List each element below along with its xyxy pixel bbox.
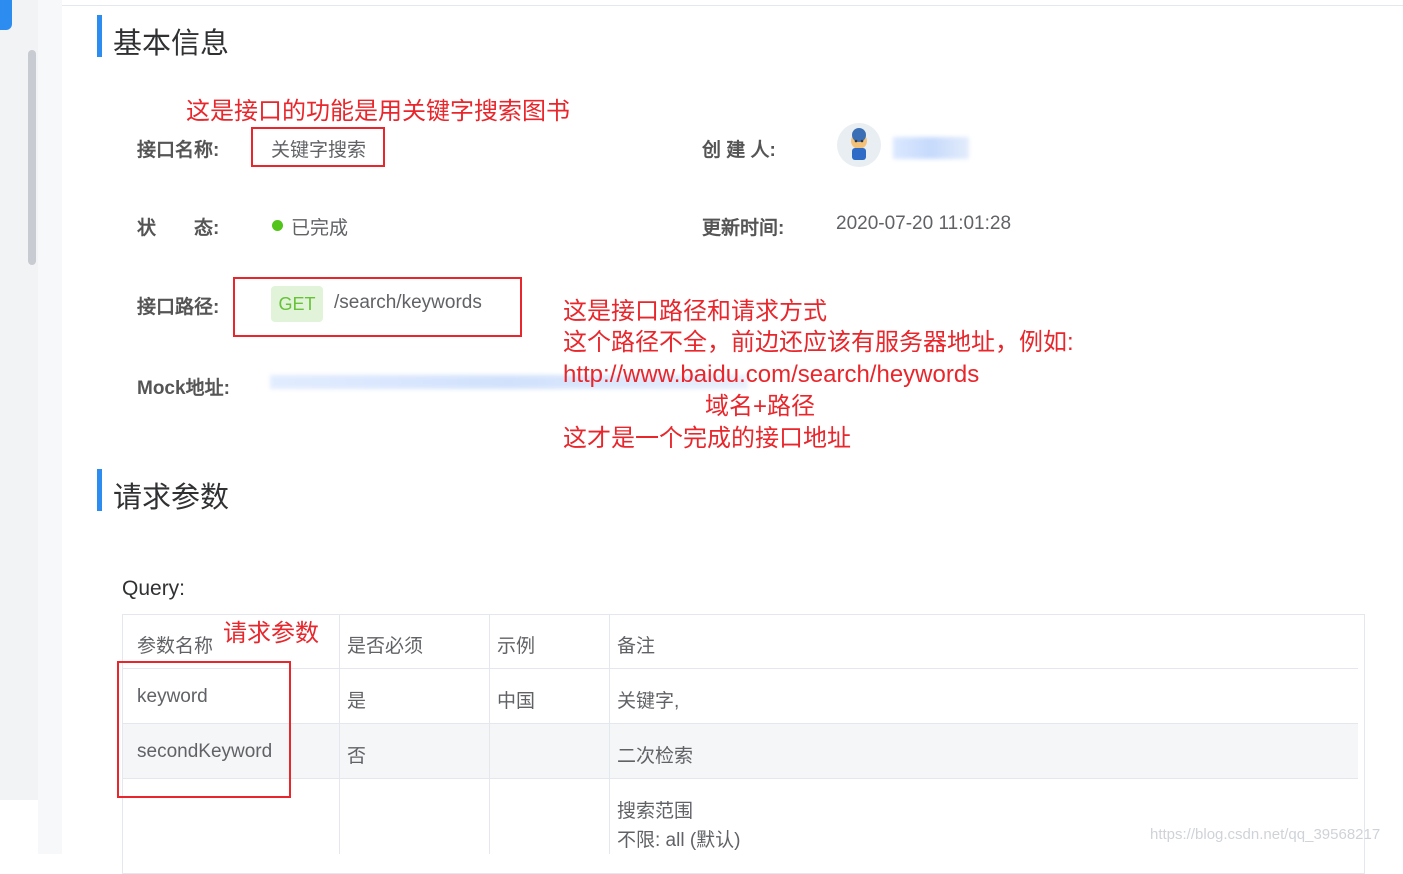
updated-label: 更新时间:: [702, 218, 785, 239]
annotation-path-note-4: 域名+路径: [705, 393, 816, 420]
section-title-request-params: 请求参数: [113, 482, 230, 514]
content-gutter: [38, 0, 62, 854]
creator-label: 创 建 人:: [702, 140, 776, 161]
annotation-param-note: 请求参数: [223, 620, 319, 647]
annotation-path-note-3: http://www.baidu.com/search/heywords: [563, 361, 980, 388]
column-header-example: 示例: [497, 636, 536, 657]
table-cell-note: 关键字,: [617, 691, 680, 712]
updated-value: 2020-07-20 11:01:28: [836, 213, 1012, 234]
row-divider: [122, 778, 1358, 779]
column-header-name: 参数名称: [137, 636, 214, 657]
section-title-basic-info: 基本信息: [113, 28, 230, 60]
top-divider: [62, 5, 1403, 6]
section-accent-bar: [97, 469, 102, 511]
column-divider: [489, 614, 490, 854]
name-label: 接口名称:: [137, 140, 220, 161]
annotation-path-note-5: 这才是一个完成的接口地址: [563, 425, 851, 452]
table-row-striped: [123, 724, 1358, 778]
row-divider: [122, 723, 1358, 724]
column-divider: [339, 614, 340, 854]
highlight-box-params: [117, 661, 291, 798]
status-dot-icon: [272, 220, 283, 231]
avatar[interactable]: [837, 123, 881, 167]
table-cell-note-detail: 不限: all (默认): [617, 830, 741, 851]
annotation-path-note-2: 这个路径不全，前边还应该有服务器地址，例如:: [563, 329, 1074, 356]
side-tab[interactable]: [0, 0, 12, 30]
side-scrollbar[interactable]: [28, 50, 36, 265]
table-cell-example: 中国: [497, 691, 536, 712]
table-cell-required: 否: [347, 746, 367, 767]
column-header-required: 是否必须: [347, 636, 424, 657]
avatar-icon: [851, 128, 867, 160]
row-divider: [122, 668, 1358, 669]
annotation-name-note: 这是接口的功能是用关键字搜索图书: [186, 98, 570, 125]
annotation-path-note-1: 这是接口路径和请求方式: [563, 298, 827, 325]
name-value: 关键字搜索: [271, 140, 367, 161]
method-tag: GET: [271, 286, 323, 322]
creator-name-redacted: [893, 137, 969, 159]
watermark: https://blog.csdn.net/qq_39568217: [1150, 826, 1381, 843]
status-value: 已完成: [291, 218, 349, 239]
query-label: Query:: [122, 577, 186, 600]
mock-label: Mock地址:: [137, 378, 230, 399]
path-label: 接口路径:: [137, 297, 220, 318]
column-divider: [609, 614, 610, 854]
status-label: 状 态:: [137, 218, 220, 239]
table-cell-note: 搜索范围: [617, 801, 694, 822]
column-header-note: 备注: [617, 636, 656, 657]
table-cell-required: 是: [347, 691, 367, 712]
table-cell-note: 二次检索: [617, 746, 694, 767]
section-accent-bar: [97, 15, 102, 57]
path-value[interactable]: /search/keywords: [334, 292, 482, 314]
